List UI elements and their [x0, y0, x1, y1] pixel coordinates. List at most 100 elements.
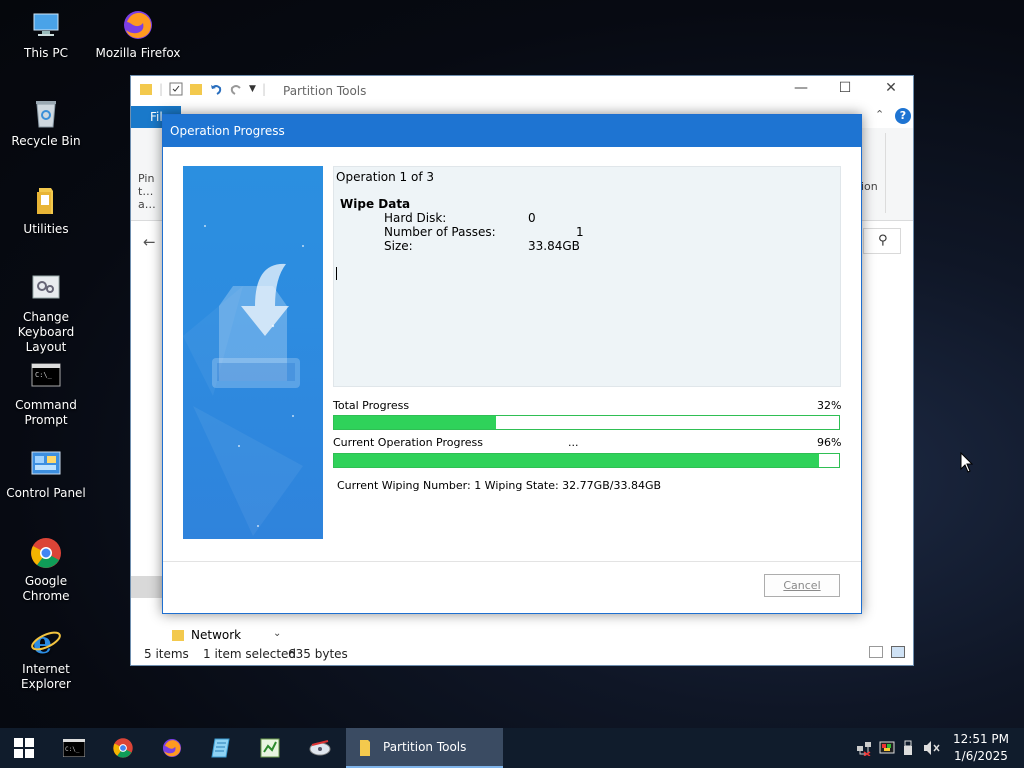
desktop-icon-label: Google Chrome: [22, 574, 70, 603]
spreadsheet-icon: [260, 738, 280, 758]
quick-access-toolbar: | ▼ |: [139, 82, 266, 96]
help-icon[interactable]: ?: [895, 108, 911, 124]
desktop-icon-label: Internet Explorer: [21, 662, 71, 691]
total-progress-bar: [333, 415, 840, 430]
taskbar: C:\_ Partition Tools 12:51 PM 1/6/2025: [0, 728, 1024, 768]
nav-item-network[interactable]: Network: [171, 626, 241, 644]
this-pc-icon: [29, 8, 63, 42]
firefox-icon: [121, 8, 155, 42]
desktop-icon-this-pc[interactable]: This PC: [0, 8, 92, 61]
collapse-ribbon-chevron-icon[interactable]: ⌃: [875, 108, 884, 121]
detail-value-hard-disk: 0: [528, 211, 536, 225]
svg-text:e: e: [33, 626, 52, 658]
svg-text:C:\_: C:\_: [65, 746, 80, 753]
nav-item-label: Network: [191, 628, 242, 642]
chrome-icon: [113, 738, 133, 758]
desktop-icon-control-panel[interactable]: Control Panel: [0, 448, 92, 501]
windows-logo-icon: [14, 738, 34, 758]
taskbar-notepad-app[interactable]: [197, 728, 245, 768]
folder-icon: [172, 630, 184, 641]
desktop-icon-change-keyboard-layout[interactable]: Change Keyboard Layout: [0, 272, 92, 355]
desktop-icon-label: Control Panel: [6, 486, 86, 500]
wipe-status-text: Current Wiping Number: 1 Wiping State: 3…: [337, 479, 662, 492]
back-arrow-icon[interactable]: ←: [143, 233, 156, 251]
status-bar: 5 items 1 item selected 635 bytes: [131, 643, 913, 665]
operation-name: Wipe Data: [340, 197, 411, 211]
dialog-separator: [163, 561, 861, 562]
minimize-button[interactable]: —: [789, 80, 813, 96]
status-item-count: 5 items: [144, 647, 189, 661]
search-icon: ⚲: [878, 233, 888, 248]
recycle-bin-icon: [29, 96, 63, 130]
folder-icon: [360, 740, 370, 756]
desktop-icon-utilities[interactable]: Utilities: [0, 184, 92, 237]
system-tray: [856, 728, 941, 768]
taskbar-window-label: Partition Tools: [383, 740, 467, 754]
start-button[interactable]: [0, 728, 48, 768]
operation-progress-dialog[interactable]: Operation Progress Operation 1 of 3 Wipe…: [162, 114, 862, 614]
desktop-icon-label: Change Keyboard Layout: [17, 310, 75, 354]
usb-device-icon[interactable]: [902, 740, 914, 756]
svg-text:C:\_: C:\_: [35, 371, 53, 379]
keyboard-settings-icon: [29, 272, 63, 306]
ribbon-right-label[interactable]: ion: [861, 180, 878, 193]
undo-icon[interactable]: [209, 82, 223, 96]
desktop-icon-label: Utilities: [23, 222, 69, 236]
status-selected: 1 item selected: [203, 647, 297, 661]
wipe-illustration: [183, 166, 323, 539]
desktop-icon-google-chrome[interactable]: Google Chrome: [0, 536, 92, 604]
explorer-window-title: Partition Tools: [283, 84, 367, 98]
current-progress-bar: [333, 453, 840, 468]
taskbar-partition-tools[interactable]: Partition Tools: [346, 728, 503, 768]
detail-label-size: Size:: [384, 239, 413, 253]
taskbar-chrome[interactable]: [99, 728, 147, 768]
details-view-icon[interactable]: [869, 646, 883, 658]
desktop-icon-label: Command Prompt: [15, 398, 77, 427]
taskbar-disk-tool-app[interactable]: [296, 728, 344, 768]
firefox-icon: [162, 738, 182, 758]
detail-value-size: 33.84GB: [528, 239, 580, 253]
current-progress-label: Current Operation Progress: [333, 436, 483, 449]
volume-muted-icon[interactable]: [923, 740, 941, 756]
detail-label-passes: Number of Passes:: [384, 225, 496, 239]
customize-toolbar-chevron-icon[interactable]: ▼: [249, 84, 256, 94]
display-color-icon[interactable]: [879, 740, 895, 756]
total-progress-fill: [334, 416, 496, 429]
detail-value-passes: 1: [576, 225, 584, 239]
mouse-cursor-icon: [960, 452, 974, 473]
control-panel-icon: [29, 448, 63, 482]
desktop-icon-internet-explorer[interactable]: e Internet Explorer: [0, 624, 92, 692]
taskbar-clock[interactable]: 12:51 PM 1/6/2025: [950, 731, 1012, 765]
clock-date: 1/6/2025: [954, 749, 1008, 763]
close-button[interactable]: ✕: [879, 80, 903, 96]
new-folder-icon[interactable]: [189, 82, 203, 96]
desktop-icon-command-prompt[interactable]: C:\_ Command Prompt: [0, 360, 92, 428]
status-size: 635 bytes: [288, 647, 348, 661]
detail-label-hard-disk: Hard Disk:: [384, 211, 447, 225]
maximize-button[interactable]: ☐: [833, 80, 857, 96]
taskbar-spreadsheet-app[interactable]: [246, 728, 294, 768]
folder-icon: [29, 184, 63, 218]
taskbar-firefox[interactable]: [148, 728, 196, 768]
taskbar-command-prompt[interactable]: C:\_: [50, 728, 98, 768]
total-progress-label: Total Progress: [333, 399, 410, 412]
folder-icon[interactable]: [139, 82, 153, 96]
notepad-icon: [211, 738, 230, 758]
desktop-icon-firefox[interactable]: Mozilla Firefox: [92, 8, 184, 61]
cancel-button[interactable]: Cancel: [764, 574, 840, 597]
search-box[interactable]: ⚲: [863, 228, 901, 254]
redo-icon[interactable]: [229, 82, 243, 96]
desktop-icon-recycle-bin[interactable]: Recycle Bin: [0, 96, 92, 149]
current-progress-percent: 96%: [817, 436, 842, 449]
explorer-titlebar[interactable]: | ▼ | Partition Tools — ☐ ✕: [131, 76, 913, 106]
current-progress-ellipsis: ...: [568, 436, 579, 449]
operation-count: Operation 1 of 3: [336, 170, 434, 184]
disk-tool-icon: [309, 740, 331, 756]
ribbon-pin-label[interactable]: Pin t… a…: [138, 172, 164, 211]
large-icons-view-icon[interactable]: [891, 646, 905, 658]
properties-icon[interactable]: [169, 82, 183, 96]
internet-explorer-icon: e: [29, 624, 63, 661]
network-icon[interactable]: [856, 740, 872, 756]
nav-scroll-down-icon[interactable]: ⌄: [273, 628, 281, 639]
dialog-title: Operation Progress: [163, 115, 861, 147]
